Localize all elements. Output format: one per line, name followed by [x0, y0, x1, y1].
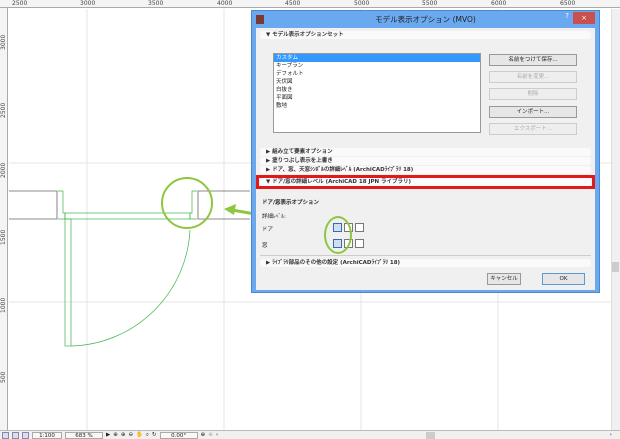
rename-button[interactable]: 名前を変更... — [489, 71, 577, 83]
doorwin-heading: ドア/窓表示オプション — [262, 200, 320, 206]
ruler-label: 2000 — [0, 162, 7, 178]
list-item[interactable]: 敷地 — [274, 102, 480, 110]
door-detail-level-3-icon[interactable] — [355, 223, 364, 232]
section-assembly[interactable]: ▶ 組み立て要素オプション — [260, 148, 591, 156]
ruler-label: 1000 — [0, 297, 7, 313]
ruler-label: 500 — [0, 371, 7, 383]
pan-icon[interactable]: ✋ — [136, 432, 143, 438]
zoom-in-icon[interactable]: ⊕ — [121, 432, 126, 438]
play-icon[interactable]: ▶ — [106, 432, 110, 438]
ruler-label: 1500 — [0, 229, 7, 245]
window-label: 窓 — [262, 243, 268, 249]
section-set[interactable]: ▼ モデル表示オプションセット — [260, 31, 591, 39]
ruler-label: 6500 — [560, 0, 576, 7]
callout-ellipse — [324, 216, 352, 254]
zoom-field[interactable]: 683 % — [65, 431, 103, 439]
ruler-label: 2500 — [12, 0, 28, 7]
scale-field[interactable]: 1:100 — [32, 431, 62, 439]
ruler-label: 6000 — [491, 0, 507, 7]
arrow-head-icon — [224, 204, 236, 215]
ruler-label: 2500 — [0, 102, 7, 118]
mvo-dialog: モデル表示オプション (MVO) ? × ▼ モデル表示オプションセット カスタ… — [251, 10, 600, 293]
zoom-prev-icon[interactable]: ⊕ — [201, 432, 206, 438]
door — [58, 190, 197, 347]
horizontal-scrollbar[interactable] — [221, 431, 607, 439]
zoom-next-icon[interactable]: ⊕ — [208, 432, 213, 438]
dialog-body: ▼ モデル表示オプションセット カスタム キープラン デフォルト 天伏図 白抜き… — [256, 28, 595, 290]
section-label: ドア、窓、天窓ｼﾝﾎﾞﾙの詳細ﾚﾍﾞﾙ (ArchiCADﾗｲﾌﾞﾗﾘ 18) — [272, 167, 414, 173]
list-item[interactable]: 平面図 — [274, 94, 480, 102]
ruler-label: 3000 — [80, 0, 96, 7]
divider — [260, 255, 591, 256]
section-fill[interactable]: ▶ 塗りつぶし表示を上書き — [260, 157, 591, 165]
list-item[interactable]: 白抜き — [274, 86, 480, 94]
delete-button[interactable]: 削除 — [489, 88, 577, 100]
cancel-button[interactable]: キャンセル — [487, 273, 521, 285]
scroll-right-icon[interactable]: › — [610, 432, 612, 438]
scroll-left-icon[interactable]: ‹ — [216, 432, 218, 438]
section-symbols[interactable]: ▶ ドア、窓、天窓ｼﾝﾎﾞﾙの詳細ﾚﾍﾞﾙ (ArchiCADﾗｲﾌﾞﾗﾘ 18… — [260, 166, 591, 174]
walls — [9, 190, 250, 220]
horizontal-ruler: 2500 3000 3500 4000 4500 5000 5500 6000 … — [0, 0, 620, 8]
section-label: ﾗｲﾌﾞﾗﾘ部品のその他の設定 (ArchiCADﾗｲﾌﾞﾗﾘ 18) — [272, 260, 401, 266]
callout-circle — [161, 177, 213, 229]
import-button[interactable]: インポート... — [489, 106, 577, 118]
vertical-scroll-thumb[interactable] — [612, 262, 619, 272]
layers-icon[interactable] — [2, 431, 9, 439]
layout-icon[interactable] — [22, 431, 29, 439]
status-bar: 1:100 683 % ▶ ⊕ ⊕ ⊖ ✋ ⌕ ↻ 0.00° ⊕ ⊕ ‹ › — [0, 430, 620, 439]
vertical-ruler: 3000 2500 2000 1500 1000 500 — [0, 8, 8, 430]
door-label: ドア — [262, 227, 274, 233]
export-button[interactable]: エクスポート... — [489, 123, 577, 135]
list-item[interactable]: デフォルト — [274, 70, 480, 78]
list-item[interactable]: カスタム — [274, 54, 480, 62]
section-label: 塗りつぶし表示を上書き — [272, 158, 333, 164]
ruler-label: 3500 — [148, 0, 164, 7]
ruler-label: 3000 — [0, 34, 7, 50]
zoom-out-icon[interactable]: ⊖ — [128, 432, 133, 438]
ruler-label: 5000 — [354, 0, 370, 7]
ruler-label: 4500 — [285, 0, 301, 7]
horizontal-scroll-thumb[interactable] — [426, 431, 436, 439]
dialog-title: モデル表示オプション (MVO) — [375, 15, 476, 24]
section-other[interactable]: ▶ ﾗｲﾌﾞﾗﾘ部品のその他の設定 (ArchiCADﾗｲﾌﾞﾗﾘ 18) — [260, 259, 591, 267]
highlight-box — [256, 175, 595, 189]
rotate-icon[interactable]: ↻ — [152, 432, 157, 438]
zoom-window-icon[interactable]: ⌕ — [146, 432, 149, 439]
window-detail-level-3-icon[interactable] — [355, 239, 364, 248]
list-item[interactable]: 天伏図 — [274, 78, 480, 86]
ruler-label: 5500 — [422, 0, 438, 7]
save-as-button[interactable]: 名前をつけて保存... — [489, 54, 577, 66]
zoom-fit-icon[interactable]: ⊕ — [113, 432, 118, 438]
section-label: モデル表示オプションセット — [272, 32, 344, 38]
view-icon[interactable] — [12, 431, 19, 439]
vertical-scrollbar[interactable] — [611, 9, 620, 430]
close-button[interactable]: × — [573, 12, 595, 24]
section-label: 組み立て要素オプション — [272, 149, 333, 155]
ruler-label: 4000 — [217, 0, 233, 7]
help-button[interactable]: ? — [565, 12, 569, 20]
mvo-set-list[interactable]: カスタム キープラン デフォルト 天伏図 白抜き 平面図 敷地 — [273, 53, 481, 133]
detail-level-label: 詳細ﾚﾍﾞﾙ: — [262, 214, 286, 220]
ok-button[interactable]: OK — [542, 273, 585, 285]
list-item[interactable]: キープラン — [274, 62, 480, 70]
angle-field[interactable]: 0.00° — [159, 431, 198, 439]
